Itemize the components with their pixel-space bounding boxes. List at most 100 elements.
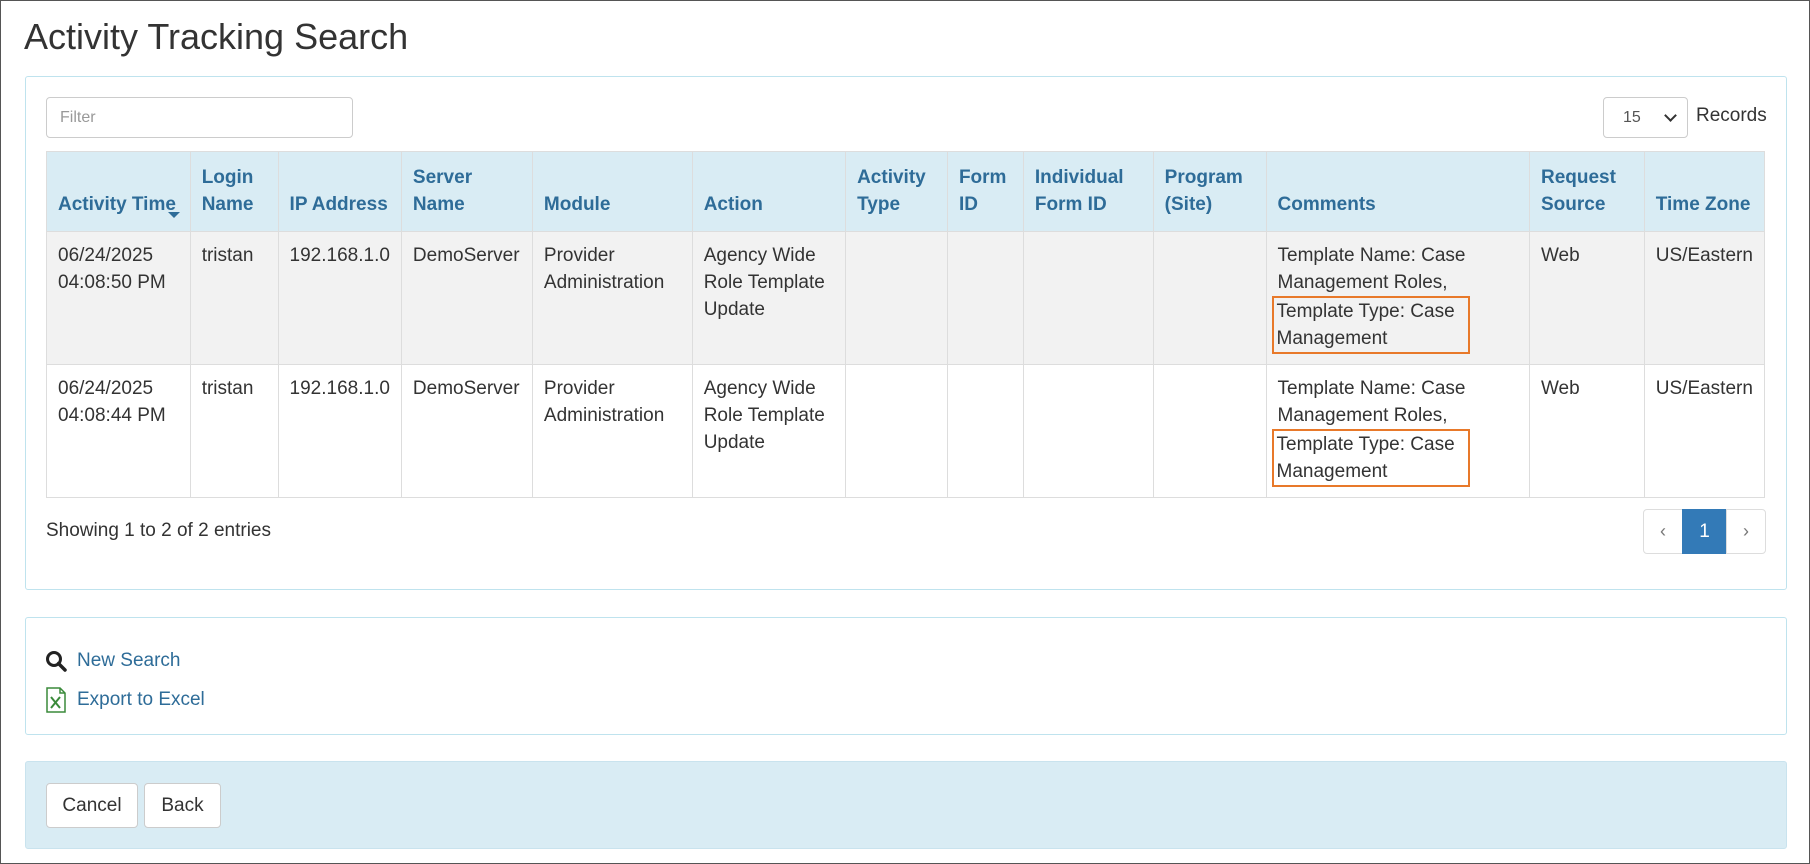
sort-desc-icon bbox=[168, 212, 180, 218]
cell-text: US/Eastern bbox=[1655, 378, 1753, 399]
column-header[interactable]: Request Source bbox=[1528, 151, 1645, 232]
cancel-button[interactable]: Cancel bbox=[46, 783, 138, 828]
cell-text: Web bbox=[1540, 245, 1580, 266]
cell-text: 192.168.1.0 bbox=[289, 245, 390, 266]
cell-text: Update bbox=[703, 299, 765, 320]
page-1-button[interactable]: 1 bbox=[1682, 509, 1727, 554]
cell-request-source: Web bbox=[1528, 231, 1645, 365]
cell-ip-address: 192.168.1.0 bbox=[277, 231, 402, 365]
actions-panel: New Search Export to Excel bbox=[25, 617, 1787, 735]
column-header-label: ID bbox=[958, 194, 978, 215]
cell-time-zone: US/Eastern bbox=[1643, 364, 1766, 498]
cell-text: Administration bbox=[543, 405, 665, 426]
cell-text: Template Name: Case bbox=[1277, 378, 1466, 399]
cell-text: Template Name: Case bbox=[1277, 245, 1466, 266]
cell-text: Template Type: Case bbox=[1276, 434, 1455, 455]
cell-text: 06/24/2025 bbox=[58, 378, 154, 399]
cell-activity-type bbox=[845, 231, 948, 365]
cell-server-name: DemoServer bbox=[400, 364, 533, 498]
cell-ip-address: 192.168.1.0 bbox=[277, 364, 402, 498]
column-header-label: Source bbox=[1540, 194, 1606, 215]
cell-module: Provider Administration bbox=[531, 231, 693, 365]
cell-module: Provider Administration bbox=[531, 364, 693, 498]
cell-activity-time: 06/24/2025 04:08:44 PM bbox=[46, 364, 191, 498]
results-panel: 15 Records Activity Time Login Name IP Addr… bbox=[25, 76, 1787, 590]
prev-page-button[interactable]: ‹ bbox=[1643, 509, 1683, 554]
column-header-label: Login bbox=[201, 167, 254, 188]
column-header-label: (Site) bbox=[1164, 194, 1213, 215]
cell-action: Agency Wide Role Template Update bbox=[691, 364, 847, 498]
column-header[interactable]: Module bbox=[531, 151, 693, 232]
cell-text: Management Roles, bbox=[1277, 272, 1448, 293]
cell-form-id bbox=[946, 231, 1024, 365]
column-header-label: Module bbox=[543, 194, 611, 215]
cell-form-id bbox=[946, 364, 1024, 498]
column-header-label: Server bbox=[412, 167, 473, 188]
column-header-label: Time Zone bbox=[1655, 194, 1751, 215]
column-header-label: Comments bbox=[1277, 194, 1376, 215]
export-excel-label: Export to Excel bbox=[77, 689, 205, 710]
cell-text: Management bbox=[1276, 461, 1388, 482]
cell-text: Update bbox=[703, 432, 765, 453]
column-header-label: Name bbox=[412, 194, 465, 215]
page-title: Activity Tracking Search bbox=[24, 16, 409, 57]
column-header[interactable]: Login Name bbox=[189, 151, 279, 232]
cell-action: Agency Wide Role Template Update bbox=[691, 231, 847, 365]
back-button[interactable]: Back bbox=[144, 783, 221, 828]
column-header-label: Form bbox=[958, 167, 1007, 188]
records-label: Records bbox=[1696, 105, 1767, 126]
footer-panel: Cancel Back bbox=[25, 761, 1787, 849]
column-header[interactable]: Form ID bbox=[946, 151, 1024, 232]
column-header[interactable]: Comments bbox=[1265, 151, 1530, 232]
cell-text: 04:08:44 PM bbox=[58, 405, 166, 426]
export-excel-link[interactable]: Export to Excel bbox=[45, 687, 205, 713]
column-header-label: Activity Time bbox=[58, 194, 176, 215]
column-header[interactable]: Activity Time bbox=[46, 151, 191, 232]
column-header[interactable]: IP Address bbox=[277, 151, 402, 232]
page-size-value: 15 bbox=[1623, 109, 1641, 126]
cell-login-name: tristan bbox=[189, 231, 279, 365]
column-header[interactable]: Server Name bbox=[400, 151, 533, 232]
cell-text: tristan bbox=[201, 378, 254, 399]
table-row[interactable]: 06/24/2025 04:08:50 PM tristan 192.168.1.0 D… bbox=[46, 231, 1766, 365]
cell-request-source: Web bbox=[1528, 364, 1645, 498]
cell-text: Agency Wide bbox=[703, 378, 816, 399]
entries-summary: Showing 1 to 2 of 2 entries bbox=[46, 520, 271, 541]
cell-text: tristan bbox=[201, 245, 254, 266]
table-row[interactable]: 06/24/2025 04:08:44 PM tristan 192.168.1.0 D… bbox=[46, 364, 1766, 498]
cell-text: Provider bbox=[543, 245, 615, 266]
column-header[interactable]: Time Zone bbox=[1643, 151, 1766, 232]
cell-text: Administration bbox=[543, 272, 665, 293]
cell-activity-time: 06/24/2025 04:08:50 PM bbox=[46, 231, 191, 365]
cell-time-zone: US/Eastern bbox=[1643, 231, 1766, 365]
cell-comments: Template Name: Case Management Roles, Temp… bbox=[1265, 231, 1530, 365]
cell-individual-form-id bbox=[1022, 231, 1154, 365]
column-header-label: Individual bbox=[1034, 167, 1124, 188]
cell-text: Management bbox=[1276, 328, 1388, 349]
filter-input[interactable] bbox=[46, 97, 353, 138]
cell-activity-type bbox=[845, 364, 948, 498]
cell-individual-form-id bbox=[1022, 364, 1154, 498]
cell-comments: Template Name: Case Management Roles, Temp… bbox=[1265, 364, 1530, 498]
cell-text: 04:08:50 PM bbox=[58, 272, 166, 293]
new-search-label: New Search bbox=[77, 650, 181, 671]
cell-program-site bbox=[1152, 231, 1267, 365]
cell-text: DemoServer bbox=[412, 378, 520, 399]
cell-text: Role Template bbox=[703, 405, 825, 426]
column-header[interactable]: Action bbox=[691, 151, 847, 232]
column-header-label: Form ID bbox=[1034, 194, 1107, 215]
page-size-select[interactable]: 15 bbox=[1603, 97, 1688, 138]
column-header[interactable]: Activity Type bbox=[845, 151, 948, 232]
table-header-row: Activity Time Login Name IP Address Server Na… bbox=[46, 151, 1766, 232]
next-page-button[interactable]: › bbox=[1726, 509, 1766, 554]
cell-text: Role Template bbox=[703, 272, 825, 293]
cell-login-name: tristan bbox=[189, 364, 279, 498]
column-header[interactable]: Individual Form ID bbox=[1022, 151, 1154, 232]
highlighted-comment: Template Type: Case Management bbox=[1271, 296, 1470, 354]
column-header[interactable]: Program (Site) bbox=[1152, 151, 1267, 232]
column-header-label: Request bbox=[1540, 167, 1616, 188]
excel-icon bbox=[46, 687, 66, 713]
column-header-label: Action bbox=[703, 194, 763, 215]
new-search-link[interactable]: New Search bbox=[45, 650, 181, 672]
column-header-label: IP Address bbox=[289, 194, 388, 215]
